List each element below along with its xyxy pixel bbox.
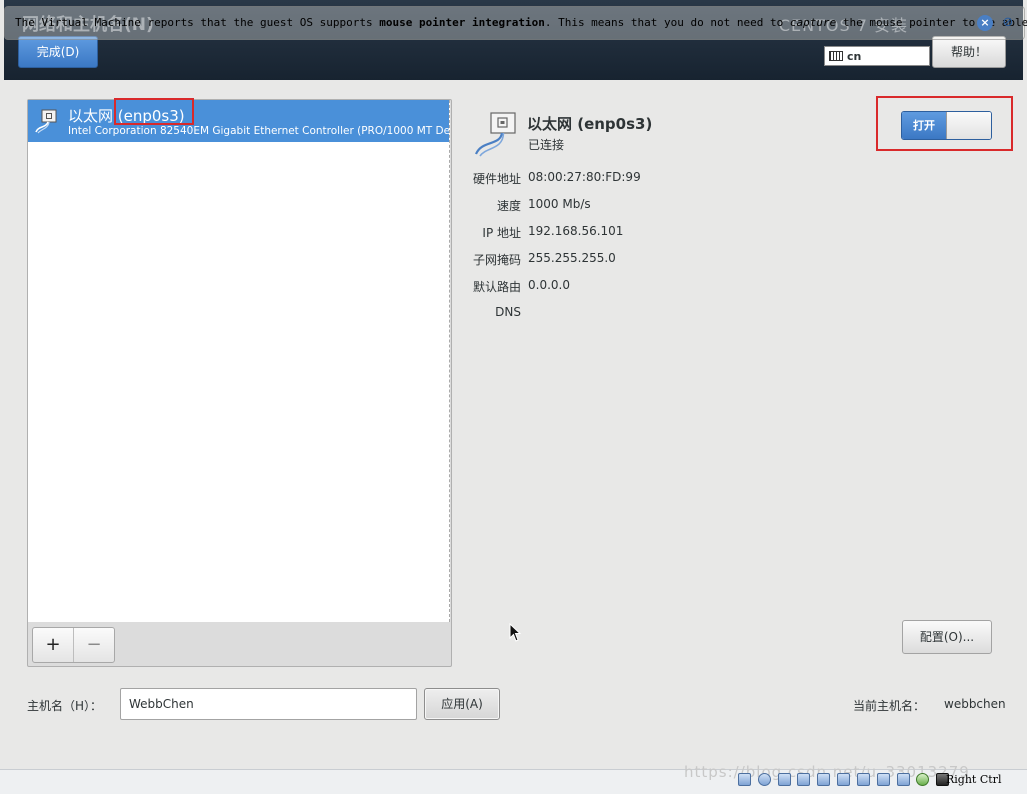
hostname-label: 主机名（H）： <box>27 699 103 713</box>
current-hostname-label: 当前主机名： <box>853 699 926 713</box>
device-status: 已连接 <box>528 138 565 152</box>
add-remove-group: + − <box>32 627 115 663</box>
prop-value-ip-address: 192.168.56.101 <box>528 224 624 238</box>
prop-label-default-route: 默认路由 <box>472 280 521 294</box>
shared-folder-icon[interactable] <box>837 773 851 786</box>
vbox-notification: The Virtual Machine reports that the gue… <box>4 6 1027 40</box>
audio-icon[interactable] <box>777 773 791 786</box>
notification-text: The Virtual Machine reports that the gue… <box>15 16 1027 29</box>
apply-hostname-button[interactable]: 应用(A) <box>424 688 500 720</box>
remove-device-button[interactable]: − <box>74 628 114 662</box>
device-enable-switch[interactable]: 打开 <box>901 111 992 140</box>
statusbar-icons <box>738 773 952 789</box>
prop-label-ip-address: IP 地址 <box>482 226 521 240</box>
hard-disk-icon[interactable] <box>738 773 751 786</box>
current-hostname-value: webbchen <box>944 697 1006 711</box>
keyboard-layout-indicator[interactable]: cn <box>824 46 930 66</box>
prop-value-subnet-mask: 255.255.255.0 <box>528 251 616 265</box>
cpu-icon[interactable] <box>896 773 910 786</box>
notification-close-icon[interactable]: × <box>977 15 993 31</box>
prop-value-default-route: 0.0.0.0 <box>528 278 570 292</box>
done-button[interactable]: 完成(D) <box>18 36 98 68</box>
optical-drive-icon[interactable] <box>757 773 771 786</box>
keyboard-layout-label: cn <box>847 50 862 63</box>
keyboard-icon <box>829 51 843 61</box>
mouse-cursor-icon <box>509 623 522 642</box>
ethernet-icon <box>35 109 57 134</box>
network-device-list-panel: 以太网 (enp0s3) Intel Corporation 82540EM G… <box>27 99 452 667</box>
prop-label-hw-address: 硬件地址 <box>472 172 521 186</box>
switch-knob[interactable] <box>946 112 991 139</box>
display-icon[interactable] <box>856 773 870 786</box>
prop-value-speed: 1000 Mb/s <box>528 197 591 211</box>
network-device-list: 以太网 (enp0s3) Intel Corporation 82540EM G… <box>28 100 450 622</box>
add-device-button[interactable]: + <box>33 628 74 662</box>
network-icon[interactable] <box>797 773 811 786</box>
ethernet-device-icon <box>474 112 516 157</box>
device-list-description: Intel Corporation 82540EM Gigabit Ethern… <box>68 125 449 137</box>
virtualization-icon[interactable] <box>916 773 930 786</box>
help-button[interactable]: 帮助！ <box>932 36 1006 68</box>
prop-label-dns: DNS <box>495 305 521 319</box>
configure-button[interactable]: 配置(O)... <box>902 620 992 654</box>
video-capture-icon[interactable] <box>876 773 890 786</box>
switch-on-label: 打开 <box>902 112 946 139</box>
prop-label-subnet-mask: 子网掩码 <box>472 253 521 267</box>
host-key-label: Right Ctrl <box>946 773 1002 786</box>
prop-label-speed: 速度 <box>496 199 521 213</box>
annotation-highlight-device-name <box>114 98 194 125</box>
hostname-input[interactable]: WebbChen <box>120 688 417 720</box>
mouse-integration-icon[interactable]: ⊘ <box>999 15 1017 31</box>
device-name: 以太网 (enp0s3) <box>527 115 653 133</box>
prop-value-hw-address: 08:00:27:80:FD:99 <box>528 170 641 184</box>
usb-icon[interactable] <box>817 773 831 786</box>
list-item-enp0s3[interactable]: 以太网 (enp0s3) Intel Corporation 82540EM G… <box>28 100 449 142</box>
